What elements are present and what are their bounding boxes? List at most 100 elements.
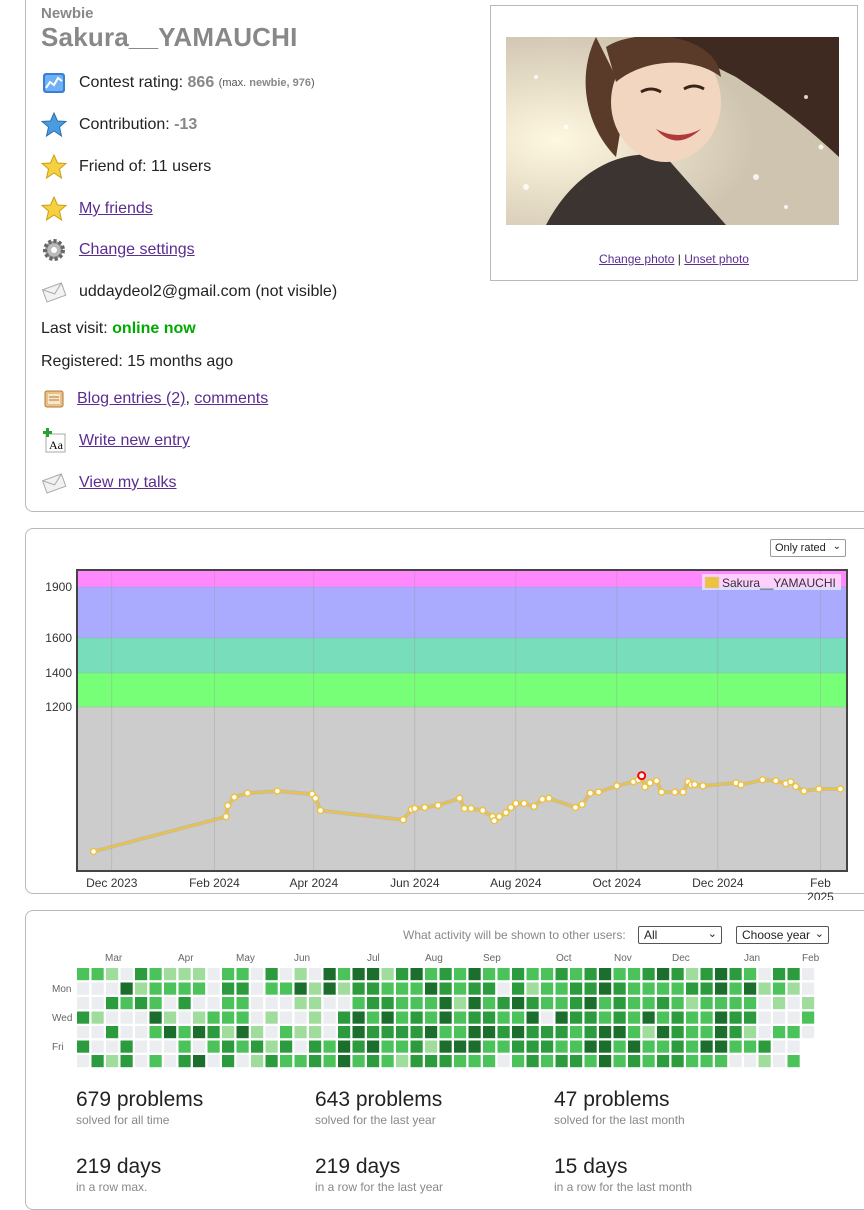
write-entry-row: Aa Write new entry [41, 428, 190, 454]
activity-cell [787, 1026, 800, 1039]
last-visit-row: Last visit: online now [41, 320, 196, 338]
activity-cell [410, 1055, 423, 1068]
activity-cell [758, 968, 771, 981]
activity-cell [135, 997, 148, 1010]
activity-cell [802, 982, 815, 995]
activity-cell [758, 982, 771, 995]
activity-cell [700, 982, 713, 995]
activity-cell [280, 1040, 293, 1053]
rating-point-highlight [637, 771, 647, 781]
stat-label: solved for the last month [554, 1113, 685, 1127]
activity-cell [613, 997, 626, 1010]
activity-cell [555, 997, 568, 1010]
x-tick-label: Apr 2024 [289, 876, 338, 890]
blog-entries-link[interactable]: Blog entries (2) [77, 390, 186, 408]
activity-cell [802, 997, 815, 1010]
activity-cell [787, 997, 800, 1010]
rating-point [690, 780, 699, 789]
activity-cell [193, 1040, 206, 1053]
x-tick-label: Jun 2024 [390, 876, 440, 890]
activity-cell [700, 1055, 713, 1068]
rating-point [815, 785, 823, 793]
activity-cell [106, 968, 119, 981]
stat-value: 47 problems [554, 1088, 670, 1111]
activity-cell [106, 982, 119, 995]
activity-cell [613, 1026, 626, 1039]
activity-visibility-select[interactable]: All ⌄ [638, 926, 722, 944]
last-visit-value: online now [112, 320, 196, 337]
activity-cell [700, 1040, 713, 1053]
rating-point [538, 795, 547, 803]
stat-days-max: 219 days in a row max. [76, 1155, 161, 1194]
activity-cell [787, 982, 800, 995]
activity-cell [686, 968, 699, 981]
legend-label: Sakura__YAMAUCHI [722, 576, 836, 590]
rating-point [679, 788, 687, 796]
activity-cell [541, 982, 554, 995]
activity-cell [454, 997, 467, 1010]
activity-cell [352, 1026, 365, 1039]
activity-cell [570, 1055, 583, 1068]
activity-cell [657, 982, 670, 995]
activity-cell [483, 997, 496, 1010]
activity-cell [352, 982, 365, 995]
activity-cell [425, 1011, 438, 1024]
activity-cell [802, 1011, 815, 1024]
activity-cell [729, 982, 742, 995]
activity-cell [497, 1055, 510, 1068]
choose-year-value: Choose year [742, 928, 811, 942]
rating-point [223, 801, 232, 810]
activity-cell [555, 1055, 568, 1068]
change-photo-link[interactable]: Change photo [599, 252, 674, 266]
activity-cell [454, 1055, 467, 1068]
unset-photo-link[interactable]: Unset photo [684, 252, 749, 266]
activity-cell [497, 1040, 510, 1053]
activity-cell [294, 1026, 307, 1039]
activity-cell [439, 997, 452, 1010]
rating-point [530, 802, 538, 811]
activity-cell [280, 982, 293, 995]
view-my-talks-link[interactable]: View my talks [79, 474, 177, 492]
activity-cell [410, 982, 423, 995]
activity-cell [91, 1055, 104, 1068]
activity-cell [309, 1011, 322, 1024]
activity-cell [599, 997, 612, 1010]
write-new-entry-link[interactable]: Write new entry [79, 432, 190, 450]
x-tick-label: Dec 2023 [86, 876, 138, 890]
comments-link[interactable]: comments [194, 390, 268, 408]
activity-cell [120, 1055, 133, 1068]
svg-text:Aa: Aa [49, 438, 64, 452]
blog-row: Blog entries (2), comments [41, 386, 268, 412]
activity-cell [338, 1011, 351, 1024]
activity-cell [251, 968, 264, 981]
rating-point [243, 789, 252, 797]
activity-cell [367, 982, 380, 995]
activity-cell [570, 1026, 583, 1039]
activity-cell [120, 982, 133, 995]
activity-cell [483, 1040, 496, 1053]
activity-cell [555, 982, 568, 995]
activity-cell [91, 968, 104, 981]
activity-cell [570, 1040, 583, 1053]
activity-cell [207, 997, 220, 1010]
rating-point [737, 781, 745, 789]
activity-cell [526, 982, 539, 995]
activity-cell [106, 1055, 119, 1068]
activity-cell [758, 1026, 771, 1039]
activity-cell [773, 1026, 786, 1039]
activity-cell [657, 968, 670, 981]
rating-point [420, 803, 429, 812]
activity-cell [555, 1026, 568, 1039]
activity-cell [236, 1040, 249, 1053]
activity-cell [280, 997, 293, 1010]
activity-cell [309, 968, 322, 981]
rating-point [586, 789, 595, 797]
activity-cell [729, 997, 742, 1010]
activity-cell [352, 968, 365, 981]
change-settings-row: Change settings [41, 237, 195, 263]
change-settings-link[interactable]: Change settings [79, 241, 195, 259]
choose-year-select[interactable]: Choose year ⌄ [736, 926, 829, 944]
my-friends-link[interactable]: My friends [79, 200, 153, 218]
activity-cell [164, 997, 177, 1010]
rating-point [434, 801, 442, 810]
